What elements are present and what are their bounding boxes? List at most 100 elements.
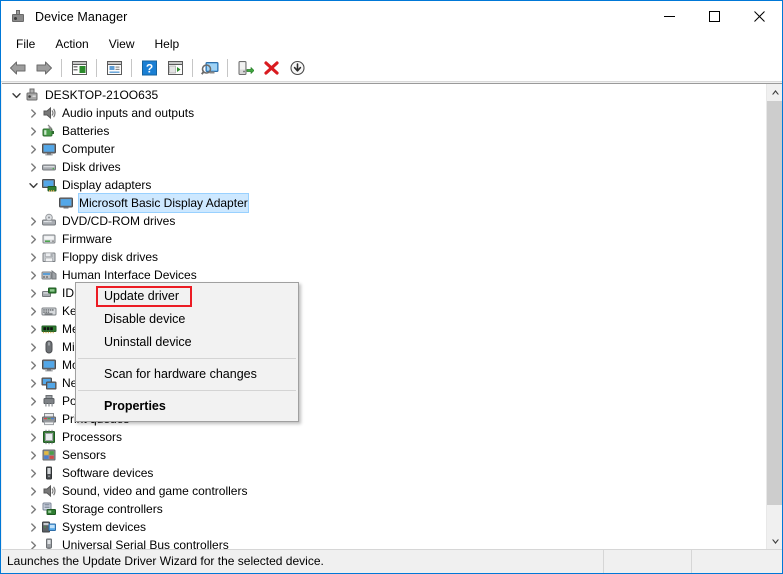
firmware-icon <box>41 231 57 247</box>
toolbar-separator <box>61 59 62 77</box>
toolbar-separator <box>227 59 228 77</box>
tree-item-disk-drives[interactable]: Disk drives <box>2 158 755 176</box>
chevron-right-icon[interactable] <box>25 483 41 499</box>
context-menu-item-disable-device[interactable]: Disable device <box>76 308 298 331</box>
chevron-right-icon[interactable] <box>25 231 41 247</box>
toolbar-separator <box>96 59 97 77</box>
chevron-right-icon[interactable] <box>25 339 41 355</box>
show-hide-console-tree-icon[interactable] <box>66 56 92 80</box>
chevron-right-icon[interactable] <box>25 537 41 549</box>
tree-item-label: Computer <box>62 142 115 156</box>
software-device-icon <box>41 465 57 481</box>
status-pane-2 <box>691 549 782 573</box>
scroll-down-arrow[interactable] <box>767 533 782 549</box>
chevron-down-icon[interactable] <box>25 177 41 193</box>
chevron-right-icon[interactable] <box>25 123 41 139</box>
tree-item-label: Sound, video and game controllers <box>62 484 248 498</box>
speaker-icon <box>41 483 57 499</box>
context-menu-item-properties[interactable]: Properties <box>76 395 298 418</box>
tree-item-display-adapters[interactable]: Display adapters <box>2 176 755 194</box>
floppy-controller-icon <box>41 249 57 265</box>
chevron-right-icon[interactable] <box>25 447 41 463</box>
chevron-right-icon[interactable] <box>25 357 41 373</box>
context-menu-separator <box>78 358 296 359</box>
toolbar-separator <box>131 59 132 77</box>
status-pane-1 <box>603 549 691 573</box>
scrollbar-thumb[interactable] <box>767 101 782 505</box>
chevron-right-icon[interactable] <box>25 393 41 409</box>
tree-item-label: DVD/CD-ROM drives <box>62 214 176 228</box>
tree-item-firmware[interactable]: Firmware <box>2 230 755 248</box>
ide-controller-icon <box>41 285 57 301</box>
tree-item-label: Floppy disk drives <box>62 250 159 264</box>
tree-item-label: Software devices <box>62 466 154 480</box>
tree-item-microsoft-basic-display-adapter[interactable]: Microsoft Basic Display Adapter <box>2 193 755 213</box>
chevron-down-icon[interactable] <box>8 87 24 103</box>
speaker-icon <box>41 105 57 121</box>
minimize-button[interactable] <box>647 1 692 32</box>
menu-file[interactable]: File <box>6 34 45 54</box>
tree-item-system-devices[interactable]: System devices <box>2 518 755 536</box>
chevron-right-icon[interactable] <box>25 519 41 535</box>
chevron-right-icon[interactable] <box>25 249 41 265</box>
tree-item-computer[interactable]: Computer <box>2 140 755 158</box>
tree-item-universal-serial-bus-controllers[interactable]: Universal Serial Bus controllers <box>2 536 755 549</box>
scan-for-hardware-changes-icon[interactable] <box>197 56 223 80</box>
chevron-right-icon[interactable] <box>25 375 41 391</box>
tree-item-storage-controllers[interactable]: Storage controllers <box>2 500 755 518</box>
close-button[interactable] <box>737 1 782 32</box>
forward-icon[interactable] <box>31 56 57 80</box>
monitor-icon <box>41 141 57 157</box>
show-hide-action-pane-icon[interactable] <box>162 56 188 80</box>
device-manager-window: Device Manager File Action View Help ? D… <box>0 0 783 574</box>
properties-icon[interactable] <box>101 56 127 80</box>
context-menu-item-label: Scan for hardware changes <box>104 367 257 381</box>
chevron-right-icon[interactable] <box>25 213 41 229</box>
menu-action[interactable]: Action <box>45 34 98 54</box>
hid-icon <box>41 267 57 283</box>
computer-root-icon <box>24 87 40 103</box>
chevron-right-icon[interactable] <box>25 411 41 427</box>
tree-item-audio-inputs-and-outputs[interactable]: Audio inputs and outputs <box>2 104 755 122</box>
context-menu-separator <box>78 390 296 391</box>
context-menu-item-update-driver[interactable]: Update driver <box>76 285 298 308</box>
tree-item-dvd-cd-rom-drives[interactable]: DVD/CD-ROM drives <box>2 212 755 230</box>
system-device-icon <box>41 519 57 535</box>
back-icon[interactable] <box>5 56 31 80</box>
scroll-up-arrow[interactable] <box>767 84 782 101</box>
chevron-right-icon[interactable] <box>25 429 41 445</box>
tree-item-label: Universal Serial Bus controllers <box>62 538 229 549</box>
tree-item-label: Processors <box>62 430 123 444</box>
menu-help[interactable]: Help <box>145 34 190 54</box>
update-driver-icon[interactable] <box>232 56 258 80</box>
tree-root-desktop-21oo635[interactable]: DESKTOP-21OO635 <box>2 86 755 104</box>
context-menu-item-scan-for-hardware-changes[interactable]: Scan for hardware changes <box>76 363 298 386</box>
tree-item-software-devices[interactable]: Software devices <box>2 464 755 482</box>
vertical-scrollbar[interactable] <box>766 84 782 549</box>
uninstall-device-icon[interactable] <box>258 56 284 80</box>
tree-item-sound-video-and-game-controllers[interactable]: Sound, video and game controllers <box>2 482 755 500</box>
chevron-right-icon[interactable] <box>25 159 41 175</box>
chevron-right-icon[interactable] <box>25 321 41 337</box>
chevron-right-icon[interactable] <box>25 141 41 157</box>
chevron-right-icon[interactable] <box>25 105 41 121</box>
disable-device-icon[interactable] <box>284 56 310 80</box>
chevron-right-icon[interactable] <box>25 465 41 481</box>
context-menu-item-label: Uninstall device <box>104 335 192 349</box>
tree-item-floppy-disk-drives[interactable]: Floppy disk drives <box>2 248 755 266</box>
tree-item-sensors[interactable]: Sensors <box>2 446 755 464</box>
chevron-right-icon[interactable] <box>25 267 41 283</box>
chevron-right-icon[interactable] <box>25 303 41 319</box>
menu-view[interactable]: View <box>99 34 145 54</box>
status-bar-text: Launches the Update Driver Wizard for th… <box>7 554 324 568</box>
tree-item-processors[interactable]: Processors <box>2 428 755 446</box>
context-menu-item-label: Properties <box>104 399 166 413</box>
chevron-right-icon[interactable] <box>25 285 41 301</box>
help-icon[interactable]: ? <box>136 56 162 80</box>
tree-item-batteries[interactable]: Batteries <box>2 122 755 140</box>
maximize-button[interactable] <box>692 1 737 32</box>
chevron-right-icon[interactable] <box>25 501 41 517</box>
context-menu-item-uninstall-device[interactable]: Uninstall device <box>76 331 298 354</box>
toolbar: ? <box>1 55 782 82</box>
